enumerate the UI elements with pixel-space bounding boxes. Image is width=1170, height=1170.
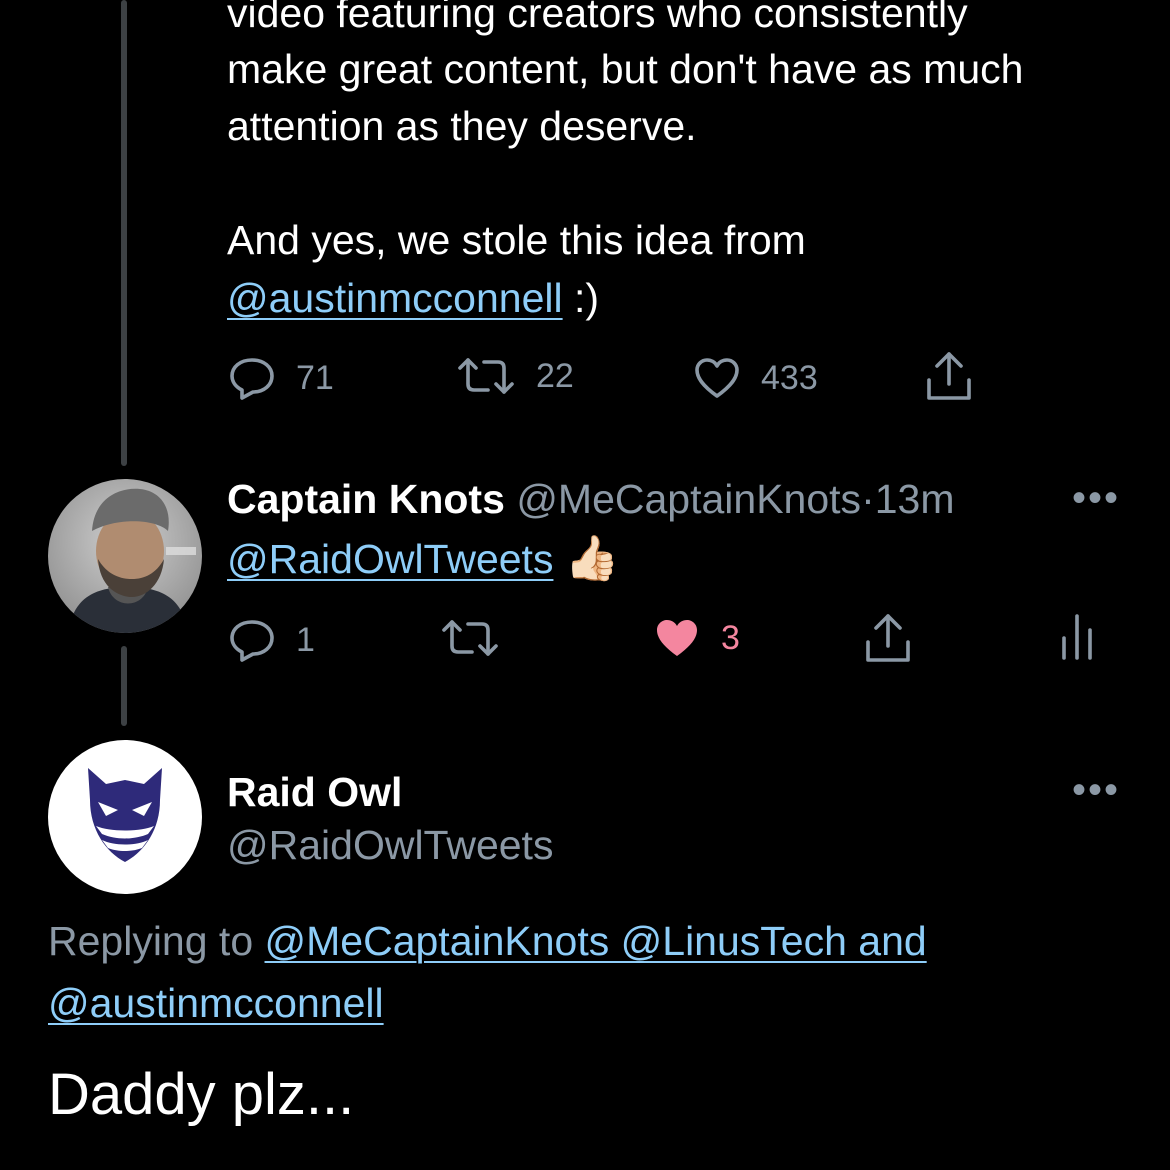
reply-count: 71 — [296, 358, 334, 397]
like-icon — [657, 620, 697, 656]
retweet-icon — [458, 358, 514, 394]
more-options-button[interactable]: ••• — [1072, 478, 1120, 518]
tweet-1-line-5-tail: :) — [562, 275, 600, 321]
tweet-2-body: @RaidOwlTweets 👍🏻 — [227, 530, 620, 588]
share-icon — [927, 352, 971, 400]
analytics-icon — [1062, 614, 1092, 660]
raid-owl-logo — [88, 768, 162, 862]
replying-to-links[interactable]: @MeCaptainKnots @LinusTech and — [265, 918, 927, 964]
tweet-1-line-5: @austinmcconnell :) — [227, 270, 599, 327]
like-button[interactable]: 3 — [653, 616, 740, 660]
avatar-captain-knots[interactable] — [48, 479, 202, 633]
like-icon — [695, 358, 739, 398]
tweet-1-line-1: video featuring creators who consistentl… — [227, 0, 968, 36]
retweet-icon — [442, 620, 498, 656]
retweet-button[interactable]: 22 — [456, 356, 574, 396]
reply-button[interactable]: 71 — [228, 356, 334, 400]
replying-to: Replying to @MeCaptainKnots @LinusTech a… — [48, 913, 927, 970]
more-options-button[interactable]: ••• — [1072, 770, 1120, 810]
avatar-raid-owl[interactable] — [48, 740, 202, 894]
retweet-button[interactable] — [440, 618, 500, 658]
author-name[interactable]: Raid Owl — [227, 767, 402, 817]
share-icon — [866, 614, 910, 662]
retweet-count: 22 — [536, 356, 574, 395]
share-button[interactable] — [924, 350, 974, 402]
like-count: 3 — [721, 618, 740, 657]
thread-line-top — [121, 0, 127, 466]
tweet-2-header: Captain Knots @MeCaptainKnots·13m — [227, 474, 954, 524]
more-icon: ••• — [1072, 768, 1121, 812]
thread-line-middle — [121, 646, 127, 726]
author-handle[interactable]: @RaidOwlTweets — [227, 820, 553, 870]
analytics-button[interactable] — [1060, 612, 1094, 662]
replying-to-link-austin[interactable]: @austinmcconnell — [48, 975, 384, 1032]
tweet-1-line-2: make great content, but don't have as mu… — [227, 46, 1024, 92]
more-icon: ••• — [1072, 476, 1121, 520]
mention-link[interactable]: @RaidOwlTweets — [227, 536, 553, 582]
reply-icon — [230, 358, 274, 400]
timestamp[interactable]: 13m — [875, 476, 955, 522]
reply-count: 1 — [296, 620, 315, 659]
reply-button[interactable]: 1 — [228, 618, 315, 662]
author-name[interactable]: Captain Knots — [227, 476, 505, 522]
tweet-3-body: Daddy plz... — [48, 1062, 355, 1127]
share-button[interactable] — [863, 612, 913, 664]
tweet-1-line-3: attention as they deserve. — [227, 103, 697, 149]
mention-link[interactable]: @austinmcconnell — [227, 275, 563, 321]
reply-icon — [230, 620, 274, 662]
author-handle[interactable]: @MeCaptainKnots — [516, 476, 861, 522]
like-count: 433 — [761, 358, 818, 397]
tweet-1-line-4: And yes, we stole this idea from — [227, 217, 806, 263]
separator-dot: · — [861, 476, 875, 522]
like-button[interactable]: 433 — [693, 356, 818, 400]
captain-knots-photo — [48, 479, 202, 633]
thumbs-up-emoji: 👍🏻 — [564, 534, 620, 583]
replying-to-label: Replying to — [48, 918, 265, 964]
